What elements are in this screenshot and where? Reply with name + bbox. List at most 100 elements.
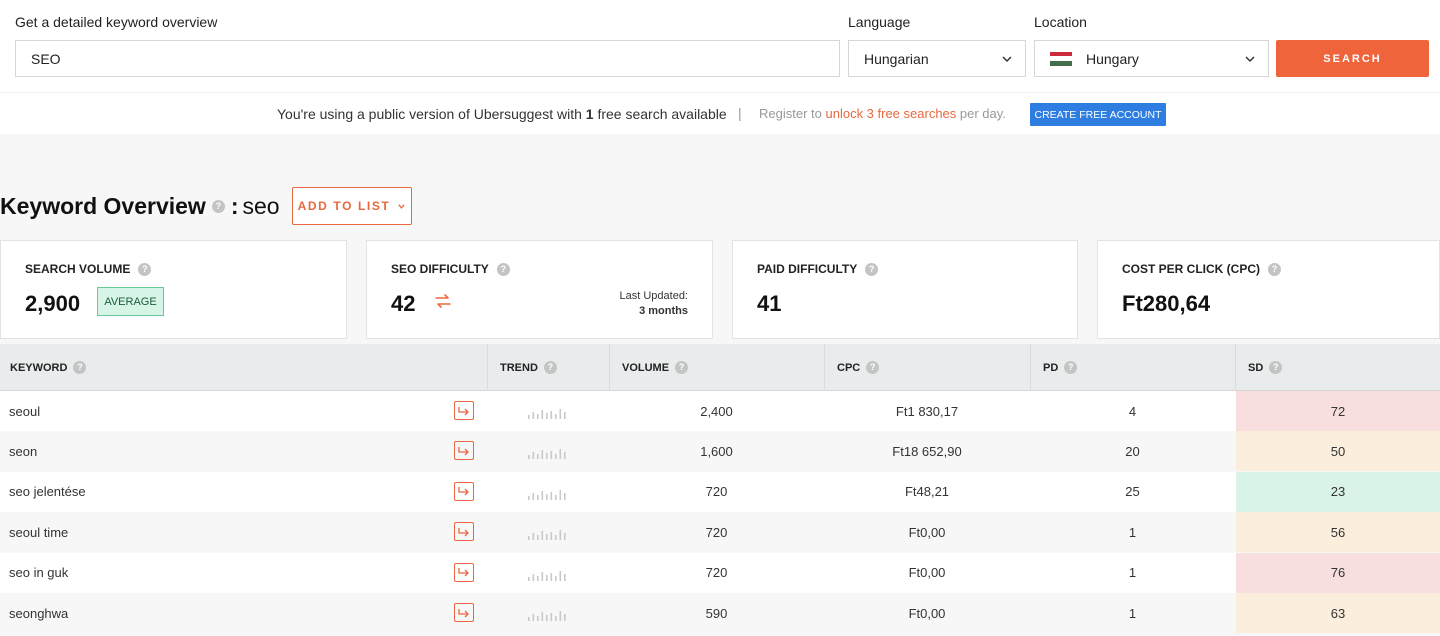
last-updated-value: 3 months <box>639 305 688 317</box>
keyword-cell[interactable]: seoul time <box>9 512 68 552</box>
column-header-volume-label: VOLUME <box>622 361 670 374</box>
column-header-cpc[interactable]: CPC? <box>824 344 1030 391</box>
column-header-keyword[interactable]: KEYWORD? <box>0 344 487 391</box>
location-label: Location <box>1034 14 1087 30</box>
cpc-cell: Ft18 652,90 <box>892 443 962 459</box>
sd-cell: 76 <box>1236 552 1440 593</box>
paid-difficulty-title-text: PAID DIFFICULTY <box>757 262 858 276</box>
keyword-cell[interactable]: seoul <box>9 391 40 431</box>
help-icon[interactable]: ? <box>138 262 152 276</box>
volume-cell: 1,600 <box>700 443 733 459</box>
language-select[interactable]: Hungarian <box>848 40 1026 77</box>
sd-cell: 56 <box>1236 512 1440 553</box>
help-icon[interactable]: ? <box>211 200 225 213</box>
sd-cell: 72 <box>1236 391 1440 431</box>
seo-difficulty-title-text: SEO DIFFICULTY <box>391 262 489 276</box>
search-bar: Get a detailed keyword overview SEO Lang… <box>0 0 1440 92</box>
pd-cell: 4 <box>1128 403 1137 419</box>
add-to-list-label: ADD TO LIST <box>297 199 391 213</box>
paid-difficulty-card: PAID DIFFICULTY? 41 <box>732 240 1078 339</box>
average-badge: AVERAGE <box>97 287 164 316</box>
title-colon: : <box>230 193 239 219</box>
keyword-cell[interactable]: seo jelentése <box>9 472 86 512</box>
column-header-sd[interactable]: SD? <box>1235 344 1440 391</box>
overview-keyword: seo <box>242 193 280 219</box>
register-message: Register to unlock 3 free searches per d… <box>759 106 1006 121</box>
column-header-keyword-label: KEYWORD <box>10 361 68 374</box>
notice-count: 1 <box>585 106 594 122</box>
search-button[interactable]: SEARCH <box>1276 40 1429 77</box>
trend-sparkline <box>528 409 566 419</box>
search-volume-card: SEARCH VOLUME? 2,900 AVERAGE <box>0 240 347 339</box>
register-pre: Register to <box>759 106 826 121</box>
help-icon[interactable]: ? <box>1064 361 1078 374</box>
column-header-pd[interactable]: PD? <box>1030 344 1235 391</box>
notice-message-post: free search available <box>593 106 727 122</box>
volume-cell: 590 <box>705 605 728 621</box>
go-to-arrow-icon[interactable] <box>454 522 474 542</box>
pd-cell: 25 <box>1125 484 1140 500</box>
chevron-down-icon <box>398 203 406 209</box>
cpc-title: COST PER CLICK (CPC)? <box>1122 262 1281 276</box>
table-row: seoul 2,400 Ft1 830,17 4 72 <box>0 391 1440 431</box>
keyword-input[interactable]: SEO <box>15 40 840 77</box>
paid-difficulty-title: PAID DIFFICULTY? <box>757 262 879 276</box>
trend-sparkline <box>528 449 566 460</box>
go-to-arrow-icon[interactable] <box>454 562 474 582</box>
location-value: Hungary <box>1086 50 1139 67</box>
help-icon[interactable]: ? <box>1268 262 1281 276</box>
notice-separator: | <box>738 105 742 121</box>
keyword-cell[interactable]: seo in guk <box>9 553 68 593</box>
volume-cell: 720 <box>705 565 728 581</box>
table-row: seonghwa 590 Ft0,00 1 63 <box>0 593 1440 633</box>
help-icon[interactable]: ? <box>675 361 689 374</box>
keyword-cell[interactable]: seon <box>9 431 37 471</box>
help-icon[interactable]: ? <box>496 262 510 276</box>
table-row: seo jelentése 720 Ft48,21 25 23 <box>0 471 1440 512</box>
last-updated: Last Updated: 3 months <box>620 289 689 319</box>
pd-cell: 1 <box>1128 605 1137 621</box>
seo-difficulty-title: SEO DIFFICULTY? <box>391 262 510 276</box>
help-icon[interactable]: ? <box>73 361 87 374</box>
unlock-searches-link[interactable]: unlock 3 free searches <box>825 106 956 121</box>
chevron-down-icon <box>1245 56 1255 63</box>
go-to-arrow-icon[interactable] <box>454 441 474 461</box>
keyword-cell[interactable]: seonghwa <box>9 593 68 633</box>
create-free-account-button[interactable]: CREATE FREE ACCOUNT <box>1030 103 1166 126</box>
sd-cell: 50 <box>1236 431 1440 472</box>
search-volume-value: 2,900 <box>25 291 81 316</box>
trend-sparkline <box>528 570 566 581</box>
table-row: seo in guk 720 Ft0,00 1 76 <box>0 552 1440 593</box>
search-volume-title-text: SEARCH VOLUME <box>25 262 131 276</box>
help-icon[interactable]: ? <box>543 361 557 374</box>
language-value: Hungarian <box>864 50 929 67</box>
column-header-pd-label: PD <box>1043 361 1059 374</box>
cpc-value: Ft280,64 <box>1122 291 1211 316</box>
help-icon[interactable]: ? <box>866 361 880 374</box>
pd-cell: 20 <box>1125 443 1140 459</box>
cpc-cell: Ft1 830,17 <box>895 403 959 419</box>
public-version-notice: You're using a public version of Ubersug… <box>0 92 1440 134</box>
column-header-trend[interactable]: TREND? <box>487 344 609 391</box>
volume-cell: 720 <box>705 484 728 500</box>
column-header-cpc-label: CPC <box>837 361 861 374</box>
go-to-arrow-icon[interactable] <box>454 603 474 622</box>
hungary-flag-icon <box>1050 51 1072 66</box>
keyword-overview-title: Keyword Overview <box>0 193 206 219</box>
pd-cell: 1 <box>1128 565 1137 581</box>
help-icon[interactable]: ? <box>1269 361 1283 374</box>
go-to-arrow-icon[interactable] <box>454 401 474 420</box>
go-to-arrow-icon[interactable] <box>454 481 474 501</box>
keyword-label: Get a detailed keyword overview <box>15 14 218 30</box>
keyword-input-value: SEO <box>31 50 61 67</box>
column-header-trend-label: TREND <box>500 361 538 374</box>
column-header-volume[interactable]: VOLUME? <box>609 344 824 391</box>
table-row: seoul time 720 Ft0,00 1 56 <box>0 512 1440 553</box>
help-icon[interactable]: ? <box>865 262 879 276</box>
refresh-icon[interactable] <box>433 291 453 311</box>
sd-cell: 23 <box>1236 471 1440 512</box>
trend-sparkline <box>528 489 566 500</box>
table-row: seon 1,600 Ft18 652,90 20 50 <box>0 431 1440 472</box>
location-select[interactable]: Hungary <box>1034 40 1269 77</box>
add-to-list-button[interactable]: ADD TO LIST <box>292 187 412 225</box>
